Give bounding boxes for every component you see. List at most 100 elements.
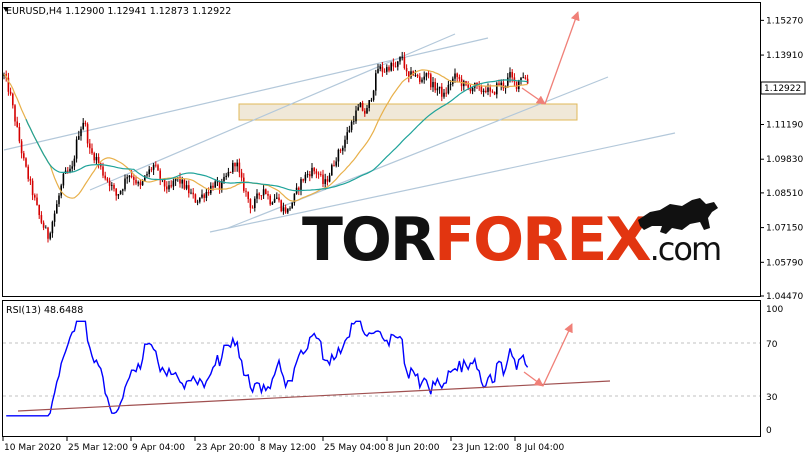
time-tick-label: 25 May 04:00 bbox=[324, 443, 386, 453]
candle bbox=[441, 83, 443, 102]
candle-body bbox=[71, 166, 73, 169]
candle bbox=[185, 180, 188, 191]
candle bbox=[416, 73, 419, 79]
candle bbox=[139, 179, 142, 190]
candle bbox=[306, 170, 309, 178]
candle-body bbox=[93, 153, 95, 161]
candle bbox=[260, 195, 263, 201]
candle bbox=[454, 68, 456, 83]
candle-body bbox=[366, 108, 368, 114]
candle bbox=[111, 182, 113, 191]
candle-body bbox=[185, 185, 188, 189]
candle-body bbox=[375, 73, 377, 91]
candle-body bbox=[271, 202, 274, 205]
candle-body bbox=[78, 136, 80, 140]
candle-body bbox=[511, 72, 513, 78]
candle-body bbox=[491, 91, 494, 93]
chart: TORFOREX.com 1.152701.139101.125501.1119… bbox=[0, 0, 808, 458]
candle-body bbox=[23, 153, 25, 159]
candle bbox=[221, 178, 223, 193]
candle bbox=[159, 168, 161, 186]
candle bbox=[399, 56, 401, 65]
candle-body bbox=[359, 102, 362, 108]
candle-body bbox=[421, 79, 423, 82]
candle-body bbox=[130, 175, 133, 178]
arrow-down-price bbox=[521, 87, 546, 105]
candle bbox=[258, 192, 260, 200]
candle bbox=[203, 193, 205, 203]
candle-body bbox=[150, 169, 153, 171]
time-tick-label: 8 May 12:00 bbox=[260, 443, 316, 453]
candle bbox=[350, 120, 353, 133]
candle-body bbox=[291, 202, 293, 209]
candle-body bbox=[155, 164, 157, 166]
candle-body bbox=[300, 179, 302, 190]
candle-body bbox=[368, 100, 370, 109]
candle-body bbox=[34, 195, 36, 198]
candle bbox=[397, 60, 399, 71]
candle-body bbox=[335, 161, 337, 166]
candle bbox=[386, 64, 388, 75]
candle bbox=[287, 208, 289, 215]
candle-body bbox=[302, 179, 304, 181]
candle bbox=[128, 175, 131, 183]
candle-body bbox=[394, 66, 397, 68]
candle bbox=[56, 200, 58, 214]
candle bbox=[375, 69, 377, 96]
candle-body bbox=[392, 62, 395, 67]
candle-body bbox=[238, 162, 241, 173]
candle bbox=[108, 177, 111, 192]
candle bbox=[9, 87, 12, 96]
arrow-down-rsi bbox=[523, 371, 544, 387]
candle bbox=[170, 180, 172, 189]
rsi-tick-0: 0 bbox=[766, 426, 772, 436]
candle bbox=[62, 172, 65, 189]
candle-body bbox=[317, 173, 320, 175]
candle bbox=[317, 171, 320, 179]
candle-body bbox=[170, 185, 172, 187]
candle bbox=[383, 68, 386, 73]
candle bbox=[434, 78, 436, 93]
candle bbox=[491, 89, 494, 94]
candle-body bbox=[111, 184, 113, 186]
candle-body bbox=[31, 180, 34, 196]
candle-body bbox=[482, 90, 485, 93]
candle bbox=[148, 165, 150, 178]
candle bbox=[238, 158, 241, 178]
current-price-label: 1.12922 bbox=[764, 84, 801, 94]
candle bbox=[25, 157, 27, 168]
candle-body bbox=[498, 83, 500, 86]
candle bbox=[313, 167, 315, 175]
candle bbox=[326, 175, 329, 186]
candle bbox=[75, 136, 78, 163]
candle bbox=[34, 193, 36, 201]
candle-body bbox=[467, 84, 469, 88]
candle bbox=[190, 188, 192, 195]
candle bbox=[311, 162, 313, 179]
candle bbox=[126, 174, 128, 184]
candle bbox=[84, 120, 87, 127]
candle bbox=[331, 163, 333, 176]
candle-body bbox=[313, 167, 315, 172]
rsi-forecast-arrows bbox=[523, 323, 573, 387]
candle bbox=[469, 84, 472, 94]
candle bbox=[95, 153, 98, 165]
candle-body bbox=[80, 129, 82, 137]
candle bbox=[86, 122, 89, 148]
bull-icon bbox=[638, 198, 718, 234]
candle-body bbox=[309, 174, 311, 177]
candle bbox=[304, 171, 307, 184]
candle-body bbox=[364, 110, 366, 114]
candle bbox=[7, 72, 10, 96]
candle-body bbox=[414, 74, 417, 76]
candle-body bbox=[260, 195, 263, 197]
candle-body bbox=[496, 83, 498, 95]
candle-body bbox=[36, 197, 38, 206]
candle-body bbox=[315, 171, 318, 174]
candle-body bbox=[157, 165, 159, 171]
candle-body bbox=[333, 165, 335, 166]
candle-body bbox=[463, 81, 465, 87]
candle-body bbox=[247, 191, 249, 200]
candle-body bbox=[69, 168, 71, 172]
candle-body bbox=[216, 181, 219, 183]
